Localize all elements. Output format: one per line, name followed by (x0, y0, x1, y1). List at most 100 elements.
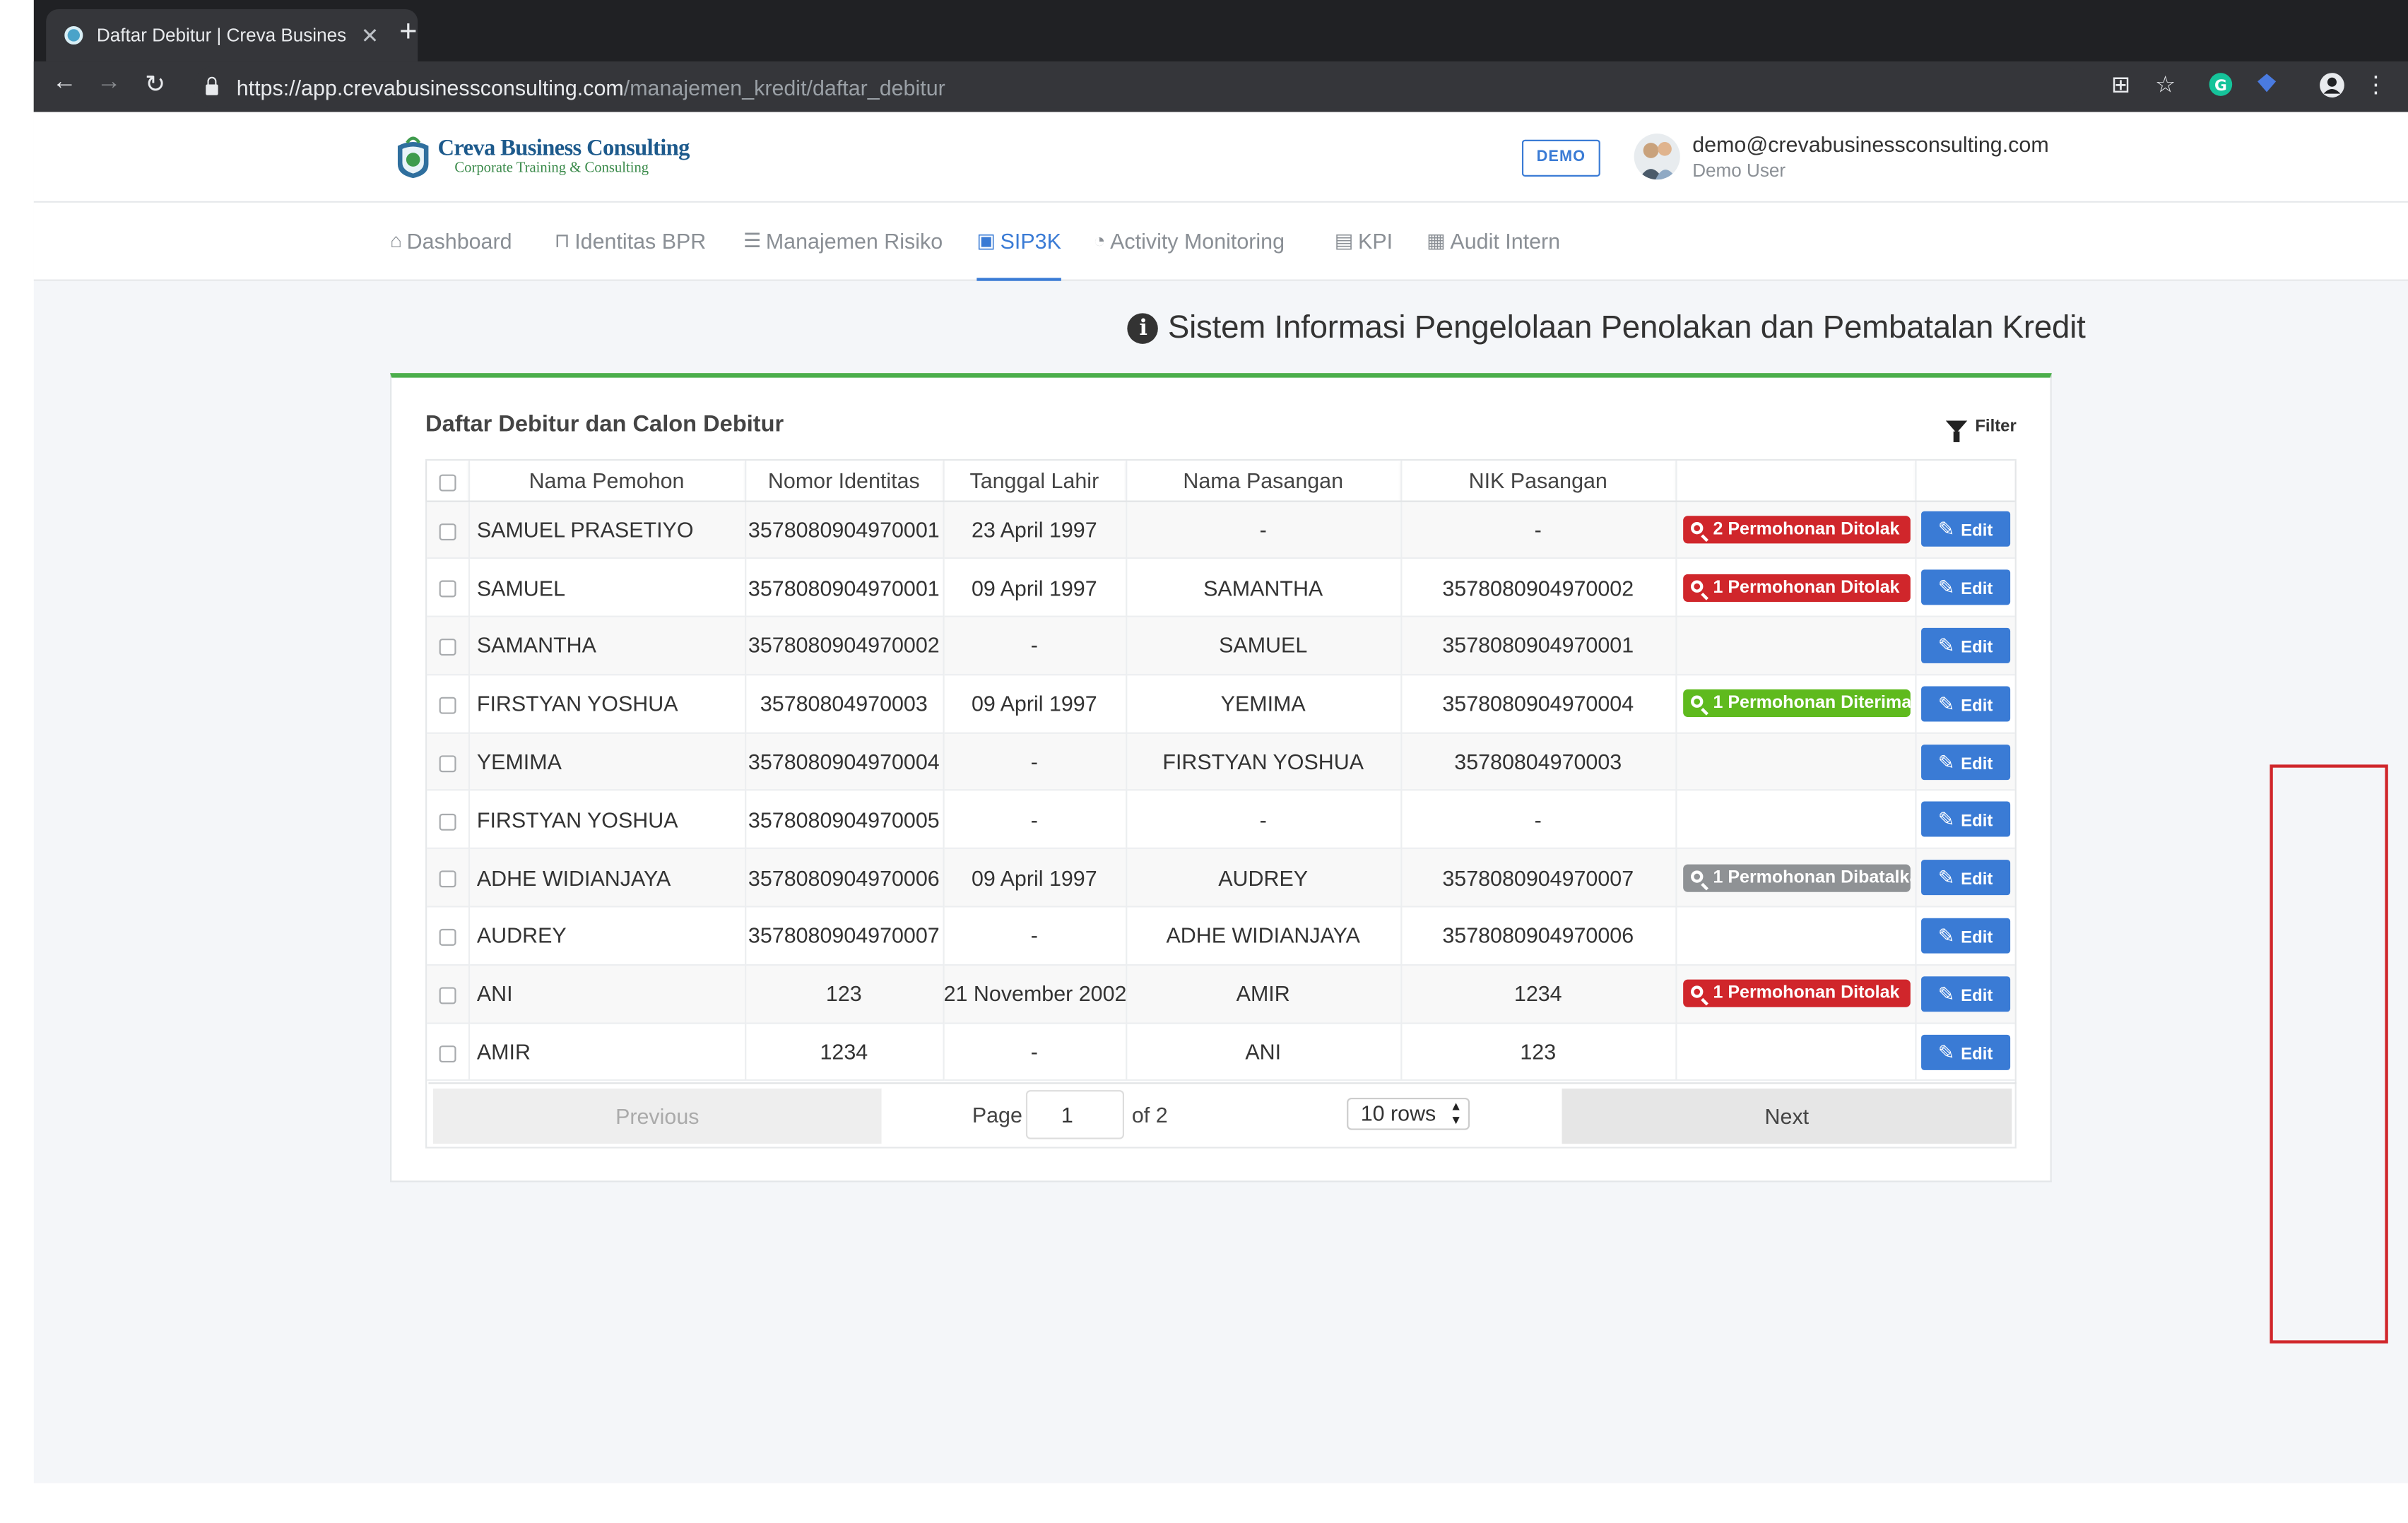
menu-kebab-icon[interactable]: ⋮ (2362, 72, 2390, 100)
row-select-cell (427, 906, 470, 966)
column-header[interactable]: Nama Pemohon (468, 461, 746, 502)
edit-button[interactable]: ✎ Edit (1920, 860, 2010, 896)
status-badge[interactable]: 1 Permohonan Dibatalkan (1682, 864, 1910, 892)
menu-item-audit-intern[interactable]: ▦ Audit Intern (1427, 229, 1560, 281)
table-grid: Nama Pemohon Nomor Identitas Tanggal Lah… (427, 461, 2015, 1082)
edit-button[interactable]: ✎ Edit (1920, 686, 2010, 722)
select-arrows-icon: ▲ ▼ (1449, 1099, 1463, 1127)
edit-button[interactable]: ✎ Edit (1920, 511, 2010, 547)
nama-pasangan-cell: ANI (1126, 1022, 1402, 1082)
user-email[interactable]: demo@crevabusinessconsulting.com (1692, 132, 2048, 157)
edit-pencil-icon: ✎ (1937, 634, 1955, 658)
next-button[interactable]: Next (1562, 1088, 2012, 1144)
previous-button[interactable]: Previous (432, 1088, 882, 1144)
nik-pasangan-cell: 3578080904970004 (1400, 674, 1677, 734)
menu-item-dashboard[interactable]: ⌂ Dashboard (390, 229, 512, 281)
edit-pencil-icon: ✎ (1937, 982, 1955, 1006)
status-badge[interactable]: 1 Permohonan Ditolak (1682, 574, 1910, 602)
extension-shield-icon[interactable] (2253, 72, 2281, 100)
menu-item-sip3k[interactable]: ▣ SIP3K (976, 229, 1061, 281)
row-checkbox[interactable] (439, 1045, 456, 1062)
logo[interactable]: Creva Business Consulting Corporate Trai… (393, 134, 690, 179)
action-cell: ✎ Edit (1915, 906, 2015, 966)
edit-button[interactable]: ✎ Edit (1920, 802, 2010, 838)
status-cell: 1 Permohonan Ditolak (1675, 964, 1916, 1024)
status-cell (1675, 616, 1916, 676)
row-checkbox[interactable] (439, 987, 456, 1005)
bookmark-star-icon[interactable]: ☆ (2152, 72, 2179, 100)
column-header[interactable]: Nama Pasangan (1126, 461, 1402, 502)
edit-label: Edit (1961, 1045, 1993, 1064)
edit-button[interactable]: ✎ Edit (1920, 976, 2010, 1012)
card-title: Daftar Debitur dan Calon Debitur (425, 411, 784, 438)
menu-item-manajemen-risiko[interactable]: ☰ Manajemen Risiko (743, 229, 943, 281)
column-header[interactable]: Nomor Identitas (745, 461, 944, 502)
table-body: SAMUEL PRASETIYO 3578080904970001 23 April… (427, 500, 2015, 1082)
menu-item-activity-monitoring[interactable]: ◔ Activity Monitoring (1094, 229, 1285, 281)
edit-button[interactable]: ✎ Edit (1920, 744, 2010, 780)
edit-button[interactable]: ✎ Edit (1920, 918, 2010, 954)
id-card-icon: ▣ (976, 228, 996, 252)
action-column-header (1915, 461, 2015, 502)
select-all-checkbox[interactable] (439, 473, 456, 491)
row-checkbox[interactable] (439, 639, 456, 656)
row-checkbox[interactable] (439, 755, 456, 772)
row-checkbox[interactable] (439, 523, 456, 540)
demo-badge: DEMO (1521, 139, 1600, 177)
reload-icon[interactable]: ↻ (138, 69, 172, 100)
table-row: FIRSTYAN YOSHUA 35780804970003 09 April 19… (427, 674, 2015, 734)
user-name: Demo User (1692, 160, 1786, 182)
nama-pemohon-cell: AUDREY (468, 906, 746, 966)
back-arrow-icon[interactable]: ← (47, 69, 81, 97)
tanggal-lahir-cell: 09 April 1997 (943, 848, 1127, 908)
new-tab-button[interactable]: + (399, 16, 417, 51)
forward-arrow-icon[interactable]: → (92, 69, 126, 97)
status-cell (1675, 790, 1916, 850)
row-checkbox[interactable] (439, 871, 456, 889)
nomor-identitas-cell: 3578080904970007 (745, 906, 944, 966)
row-checkbox[interactable] (439, 813, 456, 831)
filter-button[interactable]: Filter (1946, 417, 2017, 442)
edit-label: Edit (1961, 697, 1993, 716)
address-bar[interactable]: https://app.crevabusinessconsulting.com /… (193, 66, 2083, 108)
edit-button[interactable]: ✎ Edit (1920, 627, 2010, 663)
profile-icon[interactable] (2318, 72, 2345, 100)
row-checkbox[interactable] (439, 697, 456, 714)
grammarly-extension-icon[interactable]: G (2207, 72, 2234, 100)
tanggal-lahir-cell: 09 April 1997 (943, 674, 1127, 734)
row-checkbox[interactable] (439, 929, 456, 947)
edit-pencil-icon: ✎ (1937, 518, 1955, 541)
filter-label: Filter (1975, 417, 2017, 437)
column-header[interactable]: NIK Pasangan (1400, 461, 1677, 502)
tanggal-lahir-cell: 23 April 1997 (943, 500, 1127, 559)
column-header[interactable]: Tanggal Lahir (943, 461, 1127, 502)
edit-button[interactable]: ✎ Edit (1920, 569, 2010, 605)
select-all-header (427, 461, 470, 502)
action-cell: ✎ Edit (1915, 733, 2015, 792)
url-host: https://app.crevabusinessconsulting.com (236, 74, 624, 100)
rows-per-page-select[interactable]: 10 rows ▲ ▼ (1347, 1097, 1470, 1130)
calendar-check-icon: ▦ (1427, 228, 1446, 252)
page-number-input[interactable]: 1 (1025, 1090, 1125, 1139)
status-badge[interactable]: 1 Permohonan Diterima (1682, 689, 1910, 718)
table-row: YEMIMA 3578080904970004- FIRSTYAN YOSHUA 35… (427, 733, 2015, 792)
row-select-cell (427, 500, 470, 559)
menu-label: Dashboard (406, 228, 512, 254)
main-menu: ⌂ Dashboard ⊓ Identitas BPR ☰ Manajemen Ris… (33, 202, 2408, 281)
edit-button[interactable]: ✎ Edit (1920, 1033, 2010, 1069)
table-row: FIRSTYAN YOSHUA 3578080904970005- - - ✎ Edit (427, 790, 2015, 850)
row-checkbox[interactable] (439, 581, 456, 598)
nama-pasangan-cell: YEMIMA (1126, 674, 1402, 734)
avatar[interactable] (1634, 134, 1680, 180)
menu-item-identitas-bpr[interactable]: ⊓ Identitas BPR (555, 229, 707, 281)
status-badge[interactable]: 2 Permohonan Ditolak (1682, 516, 1910, 544)
gauge-icon: ◔ (1093, 228, 1106, 252)
edit-label: Edit (1961, 754, 1993, 774)
translate-icon[interactable]: ⊞ (2107, 72, 2135, 100)
menu-item-kpi[interactable]: ▤ KPI (1335, 229, 1393, 281)
status-badge[interactable]: 1 Permohonan Ditolak (1682, 980, 1910, 1008)
tab-close-icon[interactable]: ✕ (361, 23, 379, 49)
filter-funnel-icon (1946, 420, 1968, 442)
edit-pencil-icon: ✎ (1937, 749, 1955, 774)
browser-tab[interactable]: Daftar Debitur | Creva Business Consulti… (46, 9, 418, 61)
